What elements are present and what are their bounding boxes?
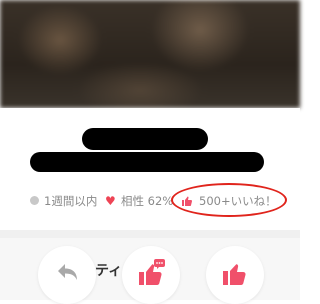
thumb-up-message-icon xyxy=(139,259,165,285)
back-button-label: ティ xyxy=(95,263,123,279)
status-dot-icon xyxy=(30,196,39,205)
like-with-message-button[interactable] xyxy=(122,246,180,304)
activity-text: 1週間以内 xyxy=(44,194,98,208)
like-button[interactable] xyxy=(206,246,264,304)
thumb-up-icon xyxy=(223,264,246,285)
undo-arrow-icon xyxy=(58,264,77,280)
redacted-name xyxy=(82,128,208,150)
action-bar: ティ xyxy=(0,238,300,304)
section-divider xyxy=(0,230,300,238)
compatibility-text: 相性 62% xyxy=(121,194,174,208)
profile-photo xyxy=(0,0,300,108)
likes-highlight-oval xyxy=(171,183,287,217)
redacted-text xyxy=(30,152,264,172)
undo-button[interactable] xyxy=(38,246,96,304)
heart-icon: ♥ xyxy=(105,194,116,208)
profile-card: 1週間以内 ♥ 相性 62% 500+いいね！ xyxy=(0,108,300,230)
